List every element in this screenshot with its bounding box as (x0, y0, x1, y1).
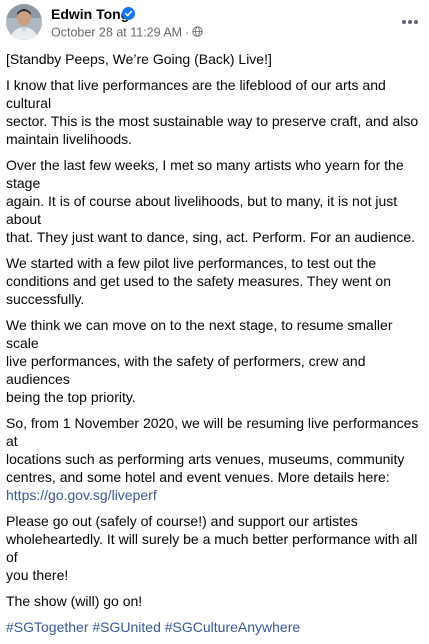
verified-badge-icon (122, 7, 135, 20)
hashtag-row: #SGTogether #SGUnited #SGCultureAnywhere (6, 618, 425, 636)
more-options-button[interactable] (396, 8, 424, 36)
post-paragraph: I know that live performances are the li… (6, 77, 419, 147)
post-paragraph-text: So, from 1 November 2020, we will be res… (6, 415, 419, 485)
globe-icon[interactable] (192, 26, 203, 37)
post-header: Edwin Tong October 28 at 11:29 AM · (0, 0, 429, 44)
hashtag-link[interactable]: #SGUnited (92, 619, 160, 635)
post-paragraph: Over the last few weeks, I met so many a… (6, 157, 416, 245)
post-timestamp[interactable]: October 28 at 11:29 AM (51, 26, 182, 40)
post-paragraph: We think we can move on to the next stag… (6, 317, 393, 405)
avatar-image (6, 4, 42, 40)
post-paragraph: We started with a few pilot live perform… (6, 255, 391, 307)
author-name[interactable]: Edwin Tong (51, 5, 129, 23)
meta-separator: · (185, 25, 190, 40)
post-meta: October 28 at 11:29 AM · (51, 24, 203, 40)
post-paragraph: The show (will) go on! (6, 593, 143, 609)
avatar[interactable] (6, 4, 42, 40)
hashtag-link[interactable]: #SGTogether (6, 619, 89, 635)
hashtag-link[interactable]: #SGCultureAnywhere (165, 619, 300, 635)
post-paragraph-with-link: So, from 1 November 2020, we will be res… (6, 414, 425, 504)
more-options-icon (402, 20, 418, 24)
post-paragraph: [Standby Peeps, We’re Going (Back) Live!… (6, 51, 272, 67)
post-paragraph: Please go out (safely of course!) and su… (6, 513, 418, 583)
post-text: [Standby Peeps, We’re Going (Back) Live!… (6, 50, 425, 644)
details-link[interactable]: https://go.gov.sg/liveperf (6, 487, 157, 503)
